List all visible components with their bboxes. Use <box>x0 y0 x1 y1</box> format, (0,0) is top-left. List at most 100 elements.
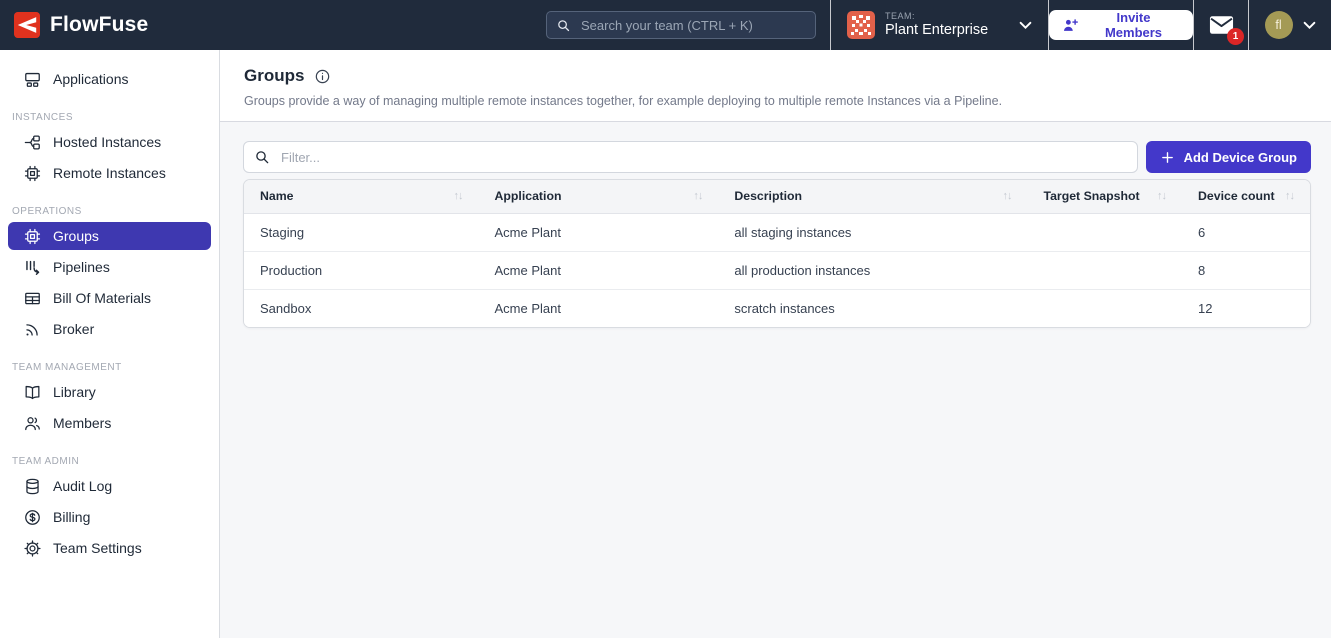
column-label: Description <box>734 189 802 203</box>
sidebar-item-members[interactable]: Members <box>8 409 211 437</box>
sidebar-item-label: Hosted Instances <box>53 134 161 150</box>
team-search-box[interactable] <box>546 11 816 39</box>
cell-target-snapshot <box>1027 251 1182 289</box>
sidebar-item-label: Groups <box>53 228 99 244</box>
cell-target-snapshot <box>1027 289 1182 327</box>
column-label: Device count <box>1198 189 1275 203</box>
column-header-name[interactable]: Name ↑↓ <box>244 180 479 213</box>
user-menu[interactable]: fl <box>1248 0 1331 50</box>
sidebar-item-broker[interactable]: Broker <box>8 315 211 343</box>
sidebar-item-label: Remote Instances <box>53 165 166 181</box>
sidebar-item-label: Billing <box>53 509 90 525</box>
sidebar-item-label: Library <box>53 384 96 400</box>
cpu-chip-icon <box>23 164 42 183</box>
column-label: Target Snapshot <box>1043 189 1139 203</box>
sidebar-item-label: Team Settings <box>53 540 142 556</box>
cell-device-count: 12 <box>1182 289 1310 327</box>
sidebar-item-label: Bill Of Materials <box>53 290 151 306</box>
sidebar-item-team-settings[interactable]: Team Settings <box>8 534 211 562</box>
table-header-row: Name ↑↓ Application ↑↓ Description ↑↓ Targe… <box>244 180 1310 213</box>
sidebar-item-bill-of-materials[interactable]: Bill Of Materials <box>8 284 211 312</box>
sort-icon: ↑↓ <box>454 190 463 202</box>
sidebar-item-label: Pipelines <box>53 259 110 275</box>
column-header-description[interactable]: Description ↑↓ <box>718 180 1027 213</box>
team-name: Plant Enterprise <box>885 22 988 39</box>
cell-device-count: 6 <box>1182 213 1310 251</box>
brand-name: FlowFuse <box>50 13 148 37</box>
main-content: Groups Groups provide a way of managing … <box>220 50 1331 638</box>
cell-target-snapshot <box>1027 213 1182 251</box>
table-row[interactable]: Production Acme Plant all production ins… <box>244 251 1310 289</box>
table-row[interactable]: Staging Acme Plant all staging instances… <box>244 213 1310 251</box>
avatar: fl <box>1265 11 1293 39</box>
notifications-button[interactable]: 1 <box>1193 0 1248 50</box>
sidebar-item-audit-log[interactable]: Audit Log <box>8 472 211 500</box>
sidebar-item-label: Members <box>53 415 111 431</box>
flowfuse-logo-icon <box>14 12 40 38</box>
cell-name: Sandbox <box>244 289 479 327</box>
topbar: FlowFuse <box>0 0 1331 50</box>
cell-description: all staging instances <box>718 213 1027 251</box>
team-selector[interactable]: TEAM: Plant Enterprise <box>830 0 1048 50</box>
sidebar-item-label: Applications <box>53 71 129 87</box>
gear-icon <box>23 539 42 558</box>
page-description: Groups provide a way of managing multipl… <box>244 94 1307 108</box>
page-header: Groups Groups provide a way of managing … <box>220 50 1331 121</box>
sort-icon: ↑↓ <box>1285 190 1294 202</box>
sidebar-item-label: Broker <box>53 321 94 337</box>
toolbar: Add Device Group <box>243 141 1311 173</box>
team-search-input[interactable] <box>579 17 806 34</box>
column-label: Name <box>260 189 294 203</box>
cell-description: scratch instances <box>718 289 1027 327</box>
invite-section: Invite Members <box>1048 0 1193 50</box>
cell-application: Acme Plant <box>479 289 719 327</box>
sort-icon: ↑↓ <box>1002 190 1011 202</box>
sidebar-section-team-admin: TEAM ADMIN <box>12 456 207 467</box>
notification-badge: 1 <box>1227 28 1244 45</box>
invite-members-label: Invite Members <box>1087 10 1180 40</box>
cell-name: Production <box>244 251 479 289</box>
cell-device-count: 8 <box>1182 251 1310 289</box>
table-icon <box>23 289 42 308</box>
sidebar-item-label: Audit Log <box>53 478 112 494</box>
sidebar-item-hosted-instances[interactable]: Hosted Instances <box>8 128 211 156</box>
database-icon <box>23 477 42 496</box>
cell-application: Acme Plant <box>479 213 719 251</box>
hosted-instances-icon <box>23 133 42 152</box>
groups-table: Name ↑↓ Application ↑↓ Description ↑↓ Targe… <box>243 179 1311 328</box>
sidebar-item-library[interactable]: Library <box>8 378 211 406</box>
page-title: Groups <box>244 66 304 86</box>
cell-application: Acme Plant <box>479 251 719 289</box>
column-header-application[interactable]: Application ↑↓ <box>479 180 719 213</box>
users-icon <box>23 414 42 433</box>
column-header-target-snapshot[interactable]: Target Snapshot ↑↓ <box>1027 180 1182 213</box>
cell-name: Staging <box>244 213 479 251</box>
chevron-down-icon <box>1019 21 1032 30</box>
sidebar-item-groups[interactable]: Groups <box>8 222 211 250</box>
search-icon <box>254 149 270 165</box>
filter-box[interactable] <box>243 141 1138 173</box>
topbar-right: TEAM: Plant Enterprise Invite Members <box>830 0 1331 50</box>
table-row[interactable]: Sandbox Acme Plant scratch instances 12 <box>244 289 1310 327</box>
sidebar-item-remote-instances[interactable]: Remote Instances <box>8 159 211 187</box>
add-device-group-label: Add Device Group <box>1184 150 1297 165</box>
column-label: Application <box>495 189 562 203</box>
info-icon[interactable] <box>314 68 331 85</box>
applications-icon <box>23 70 42 89</box>
sort-icon: ↑↓ <box>693 190 702 202</box>
add-device-group-button[interactable]: Add Device Group <box>1146 141 1311 173</box>
column-header-device-count[interactable]: Device count ↑↓ <box>1182 180 1310 213</box>
pipelines-icon <box>23 258 42 277</box>
team-avatar <box>847 11 875 39</box>
sidebar-item-pipelines[interactable]: Pipelines <box>8 253 211 281</box>
currency-dollar-icon <box>23 508 42 527</box>
sidebar-item-billing[interactable]: Billing <box>8 503 211 531</box>
filter-input[interactable] <box>279 149 1127 166</box>
team-label: TEAM: <box>885 11 988 22</box>
sidebar-section-instances: INSTANCES <box>12 112 207 123</box>
brand[interactable]: FlowFuse <box>14 0 148 50</box>
sidebar-item-applications[interactable]: Applications <box>8 65 211 93</box>
sidebar-section-team-management: TEAM MANAGEMENT <box>12 362 207 373</box>
sort-icon: ↑↓ <box>1157 190 1166 202</box>
invite-members-button[interactable]: Invite Members <box>1049 10 1193 40</box>
